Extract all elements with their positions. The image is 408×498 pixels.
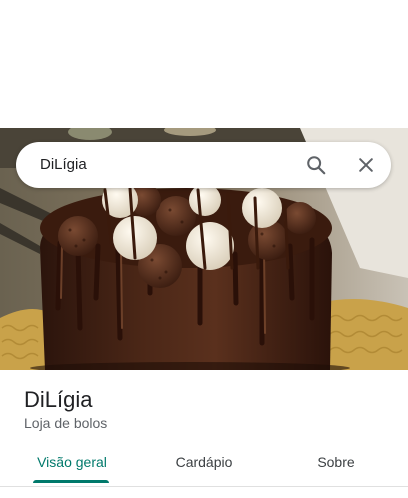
tab-menu[interactable]: Cardápio bbox=[156, 442, 252, 482]
place-info-panel: DiLígia Loja de bolos Visão geral Cardáp… bbox=[0, 370, 408, 498]
place-category: Loja de bolos bbox=[24, 415, 108, 431]
map-area-blank bbox=[0, 0, 408, 128]
maps-place-screen: DiLígia DiLígia Loja de bolos Visão gera… bbox=[0, 0, 408, 498]
search-icon bbox=[307, 156, 326, 175]
tab-about[interactable]: Sobre bbox=[288, 442, 384, 482]
clear-search-button[interactable] bbox=[352, 151, 380, 179]
search-input[interactable]: DiLígia bbox=[40, 142, 87, 188]
search-bar[interactable]: DiLígia bbox=[16, 142, 391, 188]
tab-overview[interactable]: Visão geral bbox=[24, 442, 120, 482]
close-icon bbox=[359, 158, 373, 172]
search-button[interactable] bbox=[302, 151, 330, 179]
place-title: DiLígia bbox=[24, 387, 93, 412]
active-tab-indicator bbox=[33, 480, 109, 483]
